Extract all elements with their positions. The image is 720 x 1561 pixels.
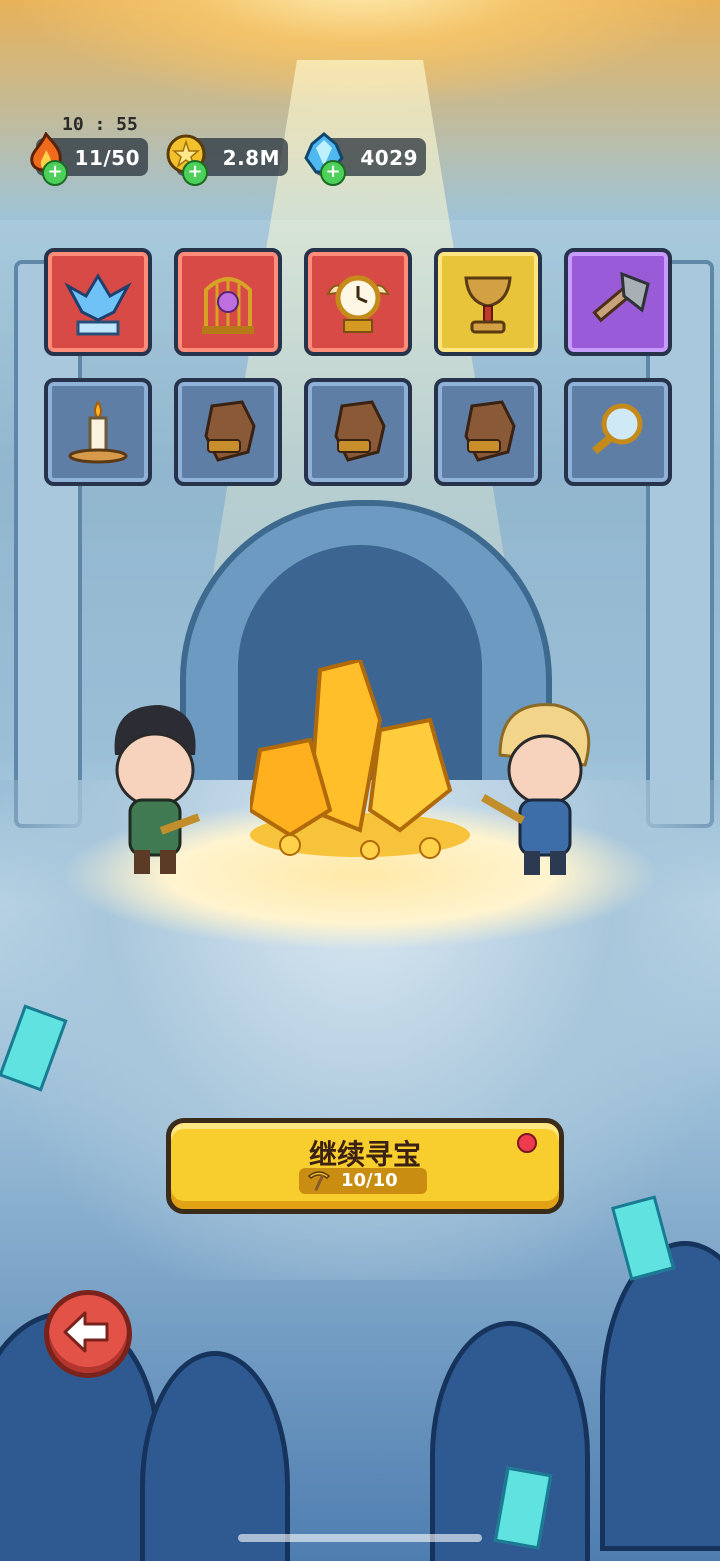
candle-icon (68, 400, 128, 464)
pickaxe-icon (307, 1171, 331, 1192)
back-button[interactable] (44, 1290, 132, 1378)
add-crystal-icon[interactable]: + (320, 160, 346, 186)
pickaxe-count: 10/10 (341, 1170, 398, 1191)
back-arrow-icon (63, 1311, 109, 1353)
gold-crystal-pile (250, 660, 470, 860)
crystal-value: 4029 (360, 146, 418, 170)
item-candle[interactable] (44, 378, 152, 486)
energy-value: 11/50 (74, 146, 140, 170)
coin-value: 2.8M (222, 146, 280, 170)
item-ice-phoenix-statue[interactable] (44, 248, 152, 356)
continue-treasure-hunt-button[interactable]: 继续寻宝 10/10 (166, 1118, 564, 1214)
glove-icon (464, 400, 516, 462)
glove-icon (334, 400, 386, 462)
winged-clock-icon (326, 275, 390, 333)
status-time: 10 : 55 (62, 114, 138, 135)
item-leather-glove[interactable] (434, 378, 542, 486)
add-energy-icon[interactable]: + (42, 160, 68, 186)
item-stone-axe[interactable] (564, 248, 672, 356)
foreground-rock-right (600, 1241, 720, 1551)
item-winged-clock[interactable] (304, 248, 412, 356)
caged-rose-icon (202, 277, 254, 334)
item-leather-glove[interactable] (174, 378, 282, 486)
miner-blonde-hair (481, 703, 591, 875)
phoenix-statue-icon (64, 273, 132, 336)
magnifying-glass-icon (592, 403, 643, 455)
item-caged-rose[interactable] (174, 248, 282, 356)
chalice-icon (464, 276, 512, 334)
home-indicator[interactable] (238, 1534, 482, 1542)
item-leather-glove[interactable] (304, 378, 412, 486)
glove-icon (204, 400, 256, 462)
miner-dark-hair (114, 705, 201, 874)
pickaxe-counter: 10/10 (299, 1168, 427, 1194)
coin-counter[interactable]: + 2.8M (166, 134, 288, 186)
energy-counter[interactable]: + 11/50 (30, 132, 148, 186)
notification-dot (517, 1133, 537, 1153)
continue-button-label: 继续寻宝 (308, 1138, 421, 1171)
crystal-counter[interactable]: + 4029 (304, 132, 426, 186)
foreground-rock-left2 (140, 1351, 290, 1561)
axe-icon (592, 271, 650, 323)
item-magnifying-glass[interactable] (564, 378, 672, 486)
add-coin-icon[interactable]: + (182, 160, 208, 186)
item-golden-chalice[interactable] (434, 248, 542, 356)
